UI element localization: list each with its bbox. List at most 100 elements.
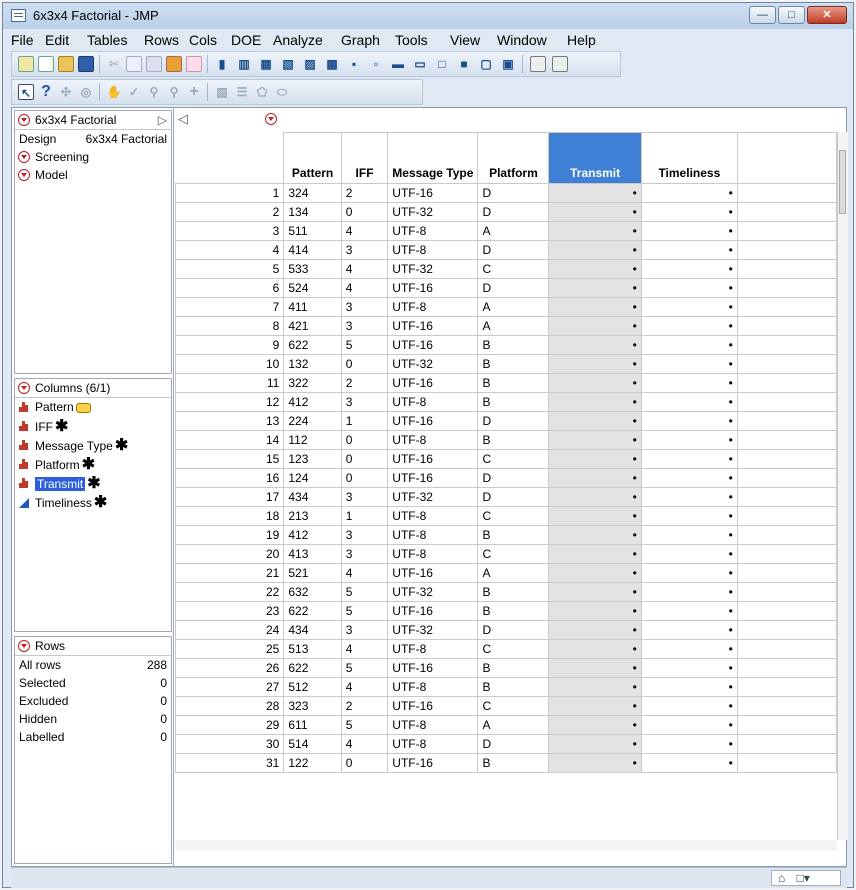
message-type-cell[interactable]: UTF-8 (387, 544, 479, 564)
row-number-cell[interactable]: 19 (175, 525, 285, 545)
iff-cell[interactable]: 1 (340, 411, 389, 431)
columns-panel-header[interactable]: Columns (6/1) (15, 379, 171, 398)
pattern-cell[interactable]: 322 (283, 373, 342, 393)
transmit-cell[interactable]: • (548, 639, 642, 659)
pattern-cell[interactable]: 413 (283, 544, 342, 564)
row-number-cell[interactable]: 30 (175, 734, 285, 754)
message-type-cell[interactable]: UTF-16 (387, 335, 479, 355)
message-type-cell[interactable]: UTF-16 (387, 563, 479, 583)
transmit-cell[interactable]: • (548, 525, 642, 545)
row-number-cell[interactable]: 27 (175, 677, 285, 697)
message-type-cell[interactable]: UTF-32 (387, 259, 479, 279)
iff-cell[interactable]: 0 (340, 449, 389, 469)
message-type-cell[interactable]: UTF-8 (387, 715, 479, 735)
timeliness-cell[interactable]: • (640, 335, 738, 355)
table-row[interactable]: 24 434 3 UTF-32 D • • (175, 620, 837, 640)
transmit-cell[interactable]: • (548, 487, 642, 507)
platform-cell[interactable]: B (477, 430, 550, 450)
iff-cell[interactable]: 3 (340, 525, 389, 545)
row-number-cell[interactable]: 17 (175, 487, 285, 507)
platform-cell[interactable]: D (477, 468, 550, 488)
table-row[interactable]: 4 414 3 UTF-8 D • • (175, 240, 837, 260)
iff-cell[interactable]: 3 (340, 620, 389, 640)
red-triangle-icon[interactable] (18, 382, 30, 394)
transmit-cell[interactable]: • (548, 696, 642, 716)
line-tool-icon[interactable]: ☰ (234, 84, 250, 100)
window-list-icon[interactable]: □▾ (797, 871, 810, 885)
row-number-cell[interactable]: 22 (175, 582, 285, 602)
crosshair-plus-icon[interactable]: + (186, 84, 202, 100)
calculator-icon[interactable] (530, 56, 546, 72)
platform-cell[interactable]: D (477, 202, 550, 222)
column-header-pattern[interactable]: Pattern (283, 132, 342, 184)
iff-cell[interactable]: 3 (340, 240, 389, 260)
journal-icon[interactable] (166, 56, 182, 72)
empty-cell[interactable] (736, 354, 837, 374)
subset-icon[interactable]: ▭ (412, 56, 428, 72)
row-number-cell[interactable]: 9 (175, 335, 285, 355)
distribution-icon[interactable]: ▮ (214, 56, 230, 72)
iff-cell[interactable]: 4 (340, 221, 389, 241)
empty-cell[interactable] (736, 753, 837, 773)
transmit-cell[interactable]: • (548, 449, 642, 469)
pattern-cell[interactable]: 622 (283, 335, 342, 355)
timeliness-cell[interactable]: • (640, 468, 738, 488)
stack-icon[interactable]: ▢ (478, 56, 494, 72)
timeliness-cell[interactable]: • (640, 259, 738, 279)
row-number-cell[interactable]: 31 (175, 753, 285, 773)
empty-cell[interactable] (736, 525, 837, 545)
table-row[interactable]: 6 524 4 UTF-16 D • • (175, 278, 837, 298)
message-type-cell[interactable]: UTF-8 (387, 734, 479, 754)
pattern-cell[interactable]: 134 (283, 202, 342, 222)
table-row[interactable]: 26 622 5 UTF-16 B • • (175, 658, 837, 678)
table-row[interactable]: 12 412 3 UTF-8 B • • (175, 392, 837, 412)
empty-cell[interactable] (736, 392, 837, 412)
timeliness-cell[interactable]: • (640, 525, 738, 545)
transmit-cell[interactable]: • (548, 183, 642, 203)
transmit-cell[interactable]: • (548, 601, 642, 621)
menu-cols[interactable]: Cols (189, 32, 217, 48)
arrow-tool-icon[interactable]: ↖ (18, 84, 34, 100)
timeliness-cell[interactable]: • (640, 487, 738, 507)
timeliness-cell[interactable]: • (640, 240, 738, 260)
table-row[interactable]: 2 134 0 UTF-32 D • • (175, 202, 837, 222)
iff-cell[interactable]: 5 (340, 582, 389, 602)
red-triangle-icon[interactable] (18, 151, 30, 163)
platform-cell[interactable]: B (477, 753, 550, 773)
row-number-cell[interactable]: 5 (175, 259, 285, 279)
menu-window[interactable]: Window (497, 32, 547, 48)
pattern-cell[interactable]: 412 (283, 392, 342, 412)
menu-tables[interactable]: Tables (87, 32, 127, 48)
timeliness-cell[interactable]: • (640, 734, 738, 754)
platform-cell[interactable]: B (477, 525, 550, 545)
row-number-cell[interactable]: 29 (175, 715, 285, 735)
table-row[interactable]: 7 411 3 UTF-8 A • • (175, 297, 837, 317)
cut-icon[interactable]: ✂ (106, 56, 122, 72)
oval-tool-icon[interactable]: ⬭ (274, 84, 290, 100)
column-header-platform[interactable]: Platform (477, 132, 550, 184)
iff-cell[interactable]: 4 (340, 639, 389, 659)
pattern-cell[interactable]: 112 (283, 430, 342, 450)
empty-cell[interactable] (736, 601, 837, 621)
transmit-cell[interactable]: • (548, 278, 642, 298)
empty-cell[interactable] (736, 202, 837, 222)
menu-view[interactable]: View (450, 32, 480, 48)
timeliness-cell[interactable]: • (640, 715, 738, 735)
table-row[interactable]: 14 112 0 UTF-8 B • • (175, 430, 837, 450)
summary-icon[interactable]: ▬ (390, 56, 406, 72)
table-row[interactable]: 16 124 0 UTF-16 D • • (175, 468, 837, 488)
transmit-cell[interactable]: • (548, 202, 642, 222)
table-row[interactable]: 25 513 4 UTF-8 C • • (175, 639, 837, 659)
timeliness-cell[interactable]: • (640, 278, 738, 298)
platform-cell[interactable]: B (477, 658, 550, 678)
script-model[interactable]: Model (15, 166, 171, 184)
row-number-cell[interactable]: 24 (175, 620, 285, 640)
table-row[interactable]: 15 123 0 UTF-16 C • • (175, 449, 837, 469)
timeliness-cell[interactable]: • (640, 183, 738, 203)
empty-column-header[interactable] (736, 132, 837, 184)
empty-cell[interactable] (736, 639, 837, 659)
timeliness-cell[interactable]: • (640, 430, 738, 450)
transmit-cell[interactable]: • (548, 335, 642, 355)
lasso-tool-icon[interactable]: ◎ (78, 84, 94, 100)
chart-icon[interactable]: ▩ (324, 56, 340, 72)
